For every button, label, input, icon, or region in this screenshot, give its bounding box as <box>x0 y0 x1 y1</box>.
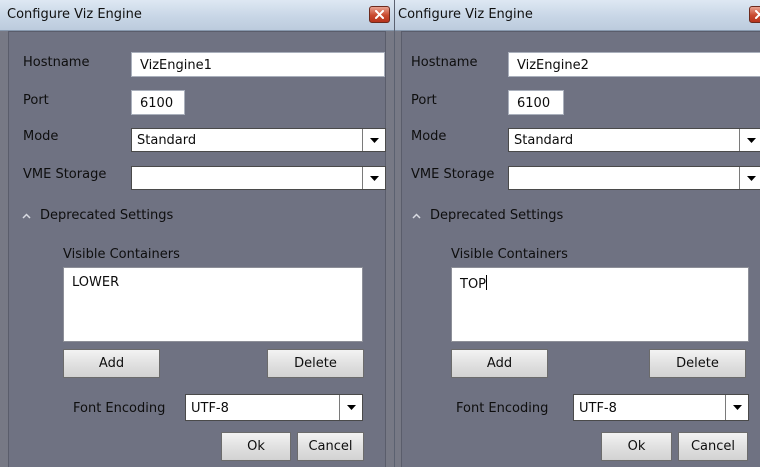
delete-button[interactable]: Delete <box>267 349 364 378</box>
visible-containers-list[interactable]: LOWER <box>63 267 363 342</box>
vme-storage-dropdown-arrow[interactable] <box>362 167 385 189</box>
vme-storage-dropdown-arrow[interactable] <box>739 167 760 189</box>
font-encoding-dropdown-arrow[interactable] <box>339 395 362 420</box>
chevron-up-icon <box>22 212 31 219</box>
visible-containers-list[interactable]: TOP <box>451 267 749 342</box>
chevron-down-icon <box>369 175 379 181</box>
mode-dropdown-arrow[interactable] <box>739 129 760 151</box>
window-title: Configure Viz Engine <box>398 7 533 22</box>
cancel-button[interactable]: Cancel <box>678 432 748 461</box>
vme-storage-dropdown[interactable] <box>508 166 760 190</box>
close-icon <box>375 10 384 19</box>
vme-storage-label: VME Storage <box>411 167 495 182</box>
close-icon <box>755 10 760 19</box>
cancel-button[interactable]: Cancel <box>297 432 364 461</box>
font-encoding-dropdown[interactable]: UTF-8 <box>573 394 749 421</box>
mode-dropdown[interactable]: Standard <box>131 128 386 152</box>
chevron-up-icon <box>412 212 421 219</box>
hostname-input[interactable]: VizEngine2 <box>508 52 760 77</box>
visible-containers-label: Visible Containers <box>63 247 180 262</box>
deprecated-settings-expander[interactable]: Deprecated Settings <box>22 208 173 223</box>
dialog-content: Hostname VizEngine2 Port 6100 Mode Stand… <box>401 31 760 467</box>
vme-storage-label: VME Storage <box>23 167 107 182</box>
add-button[interactable]: Add <box>63 349 160 378</box>
hostname-label: Hostname <box>23 55 90 70</box>
mode-selected-value: Standard <box>514 133 574 148</box>
chevron-down-icon <box>746 175 756 181</box>
font-encoding-dropdown[interactable]: UTF-8 <box>185 394 363 421</box>
hostname-input[interactable]: VizEngine1 <box>131 52 385 77</box>
configure-viz-engine-dialog-1: Configure Viz Engine Hostname VizEngine1… <box>0 0 394 467</box>
port-label: Port <box>411 93 437 108</box>
ok-button[interactable]: Ok <box>221 432 291 461</box>
configure-viz-engine-dialog-2: Configure Viz Engine Hostname VizEngine2… <box>395 0 760 467</box>
font-encoding-label: Font Encoding <box>73 401 166 416</box>
mode-selected-value: Standard <box>137 133 197 148</box>
add-button[interactable]: Add <box>451 349 548 378</box>
vme-storage-dropdown[interactable] <box>131 166 386 190</box>
font-encoding-selected-value: UTF-8 <box>191 401 229 416</box>
visible-containers-item[interactable]: LOWER <box>72 275 119 290</box>
title-bar[interactable]: Configure Viz Engine <box>395 0 760 31</box>
port-input[interactable]: 6100 <box>508 90 564 115</box>
title-bar[interactable]: Configure Viz Engine <box>0 0 394 31</box>
font-encoding-selected-value: UTF-8 <box>579 401 617 416</box>
deprecated-settings-label: Deprecated Settings <box>430 208 564 223</box>
visible-containers-item[interactable]: TOP <box>460 277 486 292</box>
delete-button[interactable]: Delete <box>649 349 746 378</box>
dialog-content: Hostname VizEngine1 Port 6100 Mode Stand… <box>8 31 386 467</box>
text-caret <box>486 275 488 290</box>
mode-dropdown[interactable]: Standard <box>508 128 760 152</box>
deprecated-settings-expander[interactable]: Deprecated Settings <box>412 208 563 223</box>
chevron-down-icon <box>369 137 379 143</box>
deprecated-settings-label: Deprecated Settings <box>40 208 174 223</box>
hostname-label: Hostname <box>411 55 478 70</box>
port-input[interactable]: 6100 <box>131 90 185 115</box>
window-title: Configure Viz Engine <box>7 7 142 22</box>
chevron-down-icon <box>346 405 356 410</box>
visible-containers-label: Visible Containers <box>451 247 568 262</box>
chevron-down-icon <box>732 405 742 410</box>
chevron-down-icon <box>746 137 756 143</box>
port-label: Port <box>23 93 49 108</box>
mode-dropdown-arrow[interactable] <box>362 129 385 151</box>
mode-label: Mode <box>411 129 447 144</box>
close-button[interactable] <box>749 6 760 23</box>
font-encoding-dropdown-arrow[interactable] <box>725 395 748 420</box>
mode-label: Mode <box>23 129 59 144</box>
close-button[interactable] <box>369 6 390 23</box>
ok-button[interactable]: Ok <box>601 432 672 461</box>
font-encoding-label: Font Encoding <box>456 401 549 416</box>
